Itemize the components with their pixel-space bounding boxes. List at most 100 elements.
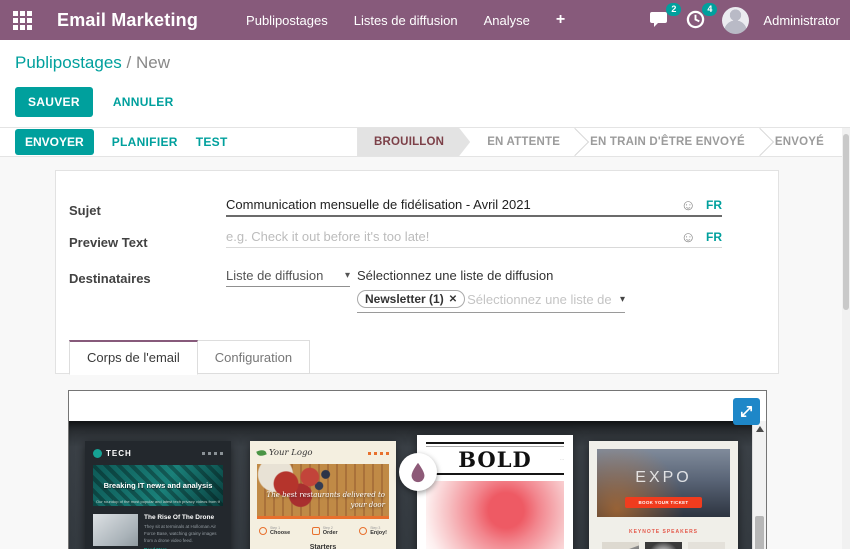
user-name[interactable]: Administrator: [763, 13, 840, 28]
mailing-list-label: Sélectionnez une liste de diffusion: [357, 268, 554, 283]
step-icon: [359, 527, 368, 535]
form-sheet: Sujet Communication mensuelle de fidélis…: [55, 170, 779, 375]
menu-listes-de-diffusion[interactable]: Listes de diffusion: [354, 13, 458, 28]
statusbar: BROUILLON EN ATTENTE EN TRAIN D'ÊTRE ENV…: [357, 127, 841, 157]
drone-article-image: [93, 514, 138, 546]
speaker-photos: [597, 542, 730, 549]
expo-cta-button: BOOK YOUR TICKET: [624, 497, 703, 508]
template-card-expo[interactable]: EXPO BOOK YOUR TICKET KEYNOTE SPEAKERS: [589, 441, 738, 549]
step-label: Enjoy!: [370, 530, 387, 536]
mailing-list-input[interactable]: Newsletter (1) ✕ Sélectionnez une liste …: [357, 290, 625, 313]
masthead-date: ···: [560, 457, 565, 462]
activities-badge: 4: [702, 3, 718, 16]
messages-badge: 2: [666, 3, 682, 16]
food-step: Step 1 Choose: [259, 526, 290, 536]
apps-menu-icon[interactable]: [13, 10, 32, 30]
preview-text-field[interactable]: e.g. Check it out before it's too late! …: [226, 229, 722, 248]
mailing-list-widget: Sélectionnez une liste de diffusion News…: [357, 268, 625, 313]
record-actions: SAUVER ANNULER: [15, 87, 174, 117]
expand-editor-button[interactable]: [733, 398, 760, 425]
notebook-tabs: Corps de l'email Configuration: [69, 340, 311, 375]
expo-section-title: KEYNOTE SPEAKERS: [628, 529, 699, 535]
expo-hero-image: EXPO BOOK YOUR TICKET: [597, 449, 730, 517]
food-brand: Your Logo: [269, 448, 313, 458]
teardrop-icon: [411, 462, 425, 483]
template-card-tech[interactable]: TECH Breaking IT news and analysis Our r…: [85, 441, 231, 549]
email-body-editor: TECH Breaking IT news and analysis Our r…: [68, 390, 767, 549]
editor-scrollbar[interactable]: [752, 421, 766, 549]
test-button[interactable]: TEST: [196, 135, 228, 149]
food-headline: The best restaurants delivered to your d…: [266, 491, 385, 509]
emoji-picker-icon[interactable]: ☺: [681, 230, 696, 245]
activities-icon[interactable]: 4: [686, 3, 718, 30]
emoji-picker-icon[interactable]: ☺: [681, 198, 696, 213]
breadcrumb-separator: /: [126, 53, 132, 72]
tech-headline: Breaking IT news and analysis: [103, 481, 213, 490]
expo-brand: EXPO: [635, 469, 692, 486]
expand-arrows-icon: [740, 405, 753, 418]
drop-logo-icon[interactable]: [399, 453, 437, 491]
preview-text-label: Preview Text: [69, 235, 148, 250]
save-button[interactable]: SAUVER: [15, 87, 93, 117]
editor-scrollbar-thumb[interactable]: [755, 516, 764, 549]
template-card-food[interactable]: Your Logo The best restaurants delivered…: [250, 441, 396, 549]
recipients-label: Destinataires: [69, 271, 151, 286]
scroll-up-arrow-icon[interactable]: [755, 426, 764, 432]
breadcrumb-current: New: [136, 53, 171, 72]
preview-text-placeholder[interactable]: e.g. Check it out before it's too late!: [226, 229, 671, 244]
mailing-list-placeholder[interactable]: Sélectionnez une liste de: [467, 292, 614, 307]
action-buttons: ENVOYER PLANIFIER TEST: [0, 129, 228, 155]
step-icon: [259, 527, 267, 535]
food-hero-image: The best restaurants delivered to your d…: [257, 464, 389, 519]
tab-email-body[interactable]: Corps de l'email: [69, 340, 198, 375]
breadcrumb: Publipostages / New: [15, 53, 170, 73]
food-step: Step 3 Enjoy!: [359, 526, 387, 536]
cancel-button[interactable]: ANNULER: [113, 95, 174, 109]
leaf-logo-icon: [256, 448, 267, 458]
caret-down-icon[interactable]: ▾: [616, 294, 625, 305]
preview-lang-button[interactable]: FR: [706, 230, 722, 244]
food-step: Step 2 Order: [311, 526, 338, 536]
window-scrollbar[interactable]: [842, 128, 850, 549]
social-icons: [368, 451, 389, 455]
main-menu: Publipostages Listes de diffusion Analys…: [246, 11, 565, 29]
breadcrumb-parent[interactable]: Publipostages: [15, 53, 122, 72]
caret-down-icon: ▾: [344, 270, 350, 281]
avatar[interactable]: [722, 6, 750, 34]
add-menu-icon[interactable]: +: [556, 11, 565, 29]
theme-selection-area: TECH Breaking IT news and analysis Our r…: [69, 421, 766, 549]
window-scrollbar-thumb[interactable]: [843, 134, 849, 310]
template-card-bold[interactable]: ··· BOLD ···: [417, 435, 573, 549]
subject-label: Sujet: [69, 203, 101, 218]
menu-analyse[interactable]: Analyse: [484, 13, 530, 28]
navbar-systray: 2 4 Administrator: [650, 3, 850, 34]
tag-label: Newsletter (1): [365, 292, 444, 306]
subject-lang-button[interactable]: FR: [706, 198, 722, 212]
recipients-model-value: Liste de diffusion: [226, 268, 324, 283]
control-bar: ENVOYER PLANIFIER TEST BROUILLON EN ATTE…: [0, 127, 850, 157]
tech-article1-title: The Rise Of The Drone: [144, 514, 215, 521]
top-navbar: Email Marketing Publipostages Listes de …: [0, 0, 850, 40]
tab-configuration[interactable]: Configuration: [197, 340, 311, 374]
bold-hero-image: [426, 481, 564, 549]
tech-caption: Our roundup of the most popular and late…: [96, 499, 220, 504]
step-label: Choose: [270, 530, 291, 536]
bold-brand: BOLD: [458, 447, 532, 472]
menu-publipostages[interactable]: Publipostages: [246, 13, 328, 28]
tag-remove-icon[interactable]: ✕: [449, 294, 457, 305]
status-sending[interactable]: EN TRAIN D'ÊTRE ENVOYÉ: [573, 128, 762, 156]
status-draft[interactable]: BROUILLON: [357, 128, 470, 156]
tech-article1-body: They sit at terminals at Holloman Air Fo…: [144, 524, 217, 544]
mailing-list-tag[interactable]: Newsletter (1) ✕: [357, 290, 466, 308]
food-section-title: Starters: [309, 544, 337, 549]
send-button[interactable]: ENVOYER: [15, 129, 94, 155]
schedule-button[interactable]: PLANIFIER: [112, 135, 178, 149]
step-icon: [311, 527, 320, 535]
subject-value[interactable]: Communication mensuelle de fidélisation …: [226, 197, 671, 212]
social-icons: [202, 452, 223, 455]
subject-field[interactable]: Communication mensuelle de fidélisation …: [226, 197, 722, 217]
step-label: Order: [322, 530, 338, 536]
messages-icon[interactable]: 2: [650, 3, 682, 30]
app-title: Email Marketing: [57, 9, 199, 30]
recipients-model-select[interactable]: Liste de diffusion ▾: [226, 268, 350, 287]
